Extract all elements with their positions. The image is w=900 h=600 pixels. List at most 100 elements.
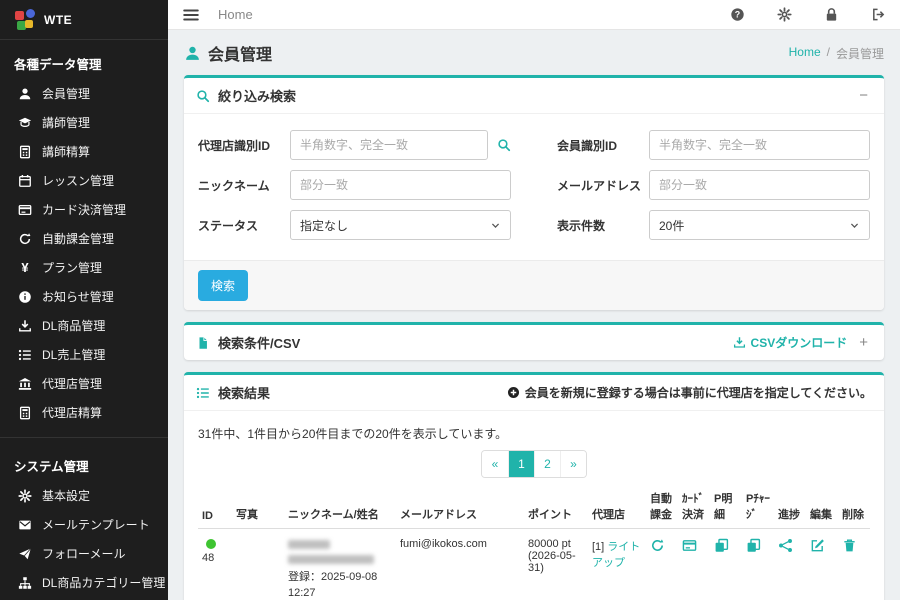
pagination: « 1 2 » — [198, 450, 870, 478]
sidebar-item-teacher-management[interactable]: 講師管理 — [0, 108, 168, 137]
blurred-name — [288, 555, 374, 564]
col-agency: 代理店 — [588, 484, 646, 529]
results-table: ID 写真 ニックネーム/姓名 メールアドレス ポイント 代理店 自動課金 ｶｰ… — [198, 484, 870, 600]
page-title: 会員管理 — [184, 41, 272, 65]
sidebar-item-card-payment-management[interactable]: カード決済管理 — [0, 195, 168, 224]
email-input[interactable] — [649, 170, 870, 200]
sidebar-item-mail-template[interactable]: メールテンプレート — [0, 510, 168, 539]
sidebar-item-teacher-settlement[interactable]: 講師精算 — [0, 137, 168, 166]
blurred-nickname — [288, 540, 330, 549]
paper-plane-icon — [18, 547, 32, 561]
topbar: Home — [168, 0, 900, 30]
agency-number: [1] — [592, 541, 604, 553]
brand-name: WTE — [44, 13, 72, 27]
sidebar-item-basic-settings[interactable]: 基本設定 — [0, 481, 168, 510]
filter-search-panel: 絞り込み検索 − 代理店識別ID 会員識別ID — [184, 75, 884, 310]
new-member-notice: 会員を新規に登録する場合は事前に代理店を指定してください。 — [507, 384, 872, 401]
sidebar-item-label: お知らせ管理 — [42, 288, 114, 305]
search-results-panel: 検索結果 会員を新規に登録する場合は事前に代理店を指定してください。 31件中、… — [184, 372, 884, 600]
filter-search-title: 絞り込み検索 — [218, 86, 296, 105]
wte-logo-icon — [14, 9, 36, 31]
help-icon[interactable] — [730, 7, 745, 22]
logout-icon[interactable] — [871, 7, 886, 22]
yen-icon: ¥ — [18, 260, 32, 275]
col-point-charge: Pﾁｬｰｼﾞ — [742, 484, 774, 529]
card-payment-icon[interactable] — [682, 538, 697, 553]
sidebar-item-dl-product-category[interactable]: DL商品カテゴリー管理 — [0, 568, 168, 597]
nickname-input[interactable] — [290, 170, 511, 200]
user-icon — [184, 45, 201, 62]
sidebar-section-system: システム管理 基本設定 メールテンプレート フォローメール DL商品カテゴリー管… — [0, 442, 168, 600]
pagination-next[interactable]: » — [560, 451, 586, 477]
download-icon — [733, 336, 746, 349]
edit-icon[interactable] — [810, 538, 825, 553]
file-icon — [196, 336, 210, 350]
pagination-prev[interactable]: « — [482, 451, 508, 477]
csv-download-link[interactable]: CSVダウンロード — [733, 334, 848, 351]
sidebar-item-notice-management[interactable]: お知らせ管理 — [0, 282, 168, 311]
breadcrumb-home-link[interactable]: Home — [789, 45, 821, 62]
calendar-icon — [18, 174, 32, 188]
point-charge-icon[interactable] — [746, 538, 761, 553]
sidebar-divider — [0, 437, 168, 438]
app-window: WTE 各種データ管理 会員管理 講師管理 講師精算 レッスン管理 カード決済管… — [0, 0, 900, 600]
list-icon — [196, 386, 210, 400]
search-button[interactable]: 検索 — [198, 270, 248, 301]
sidebar-item-label: メールテンプレート — [42, 516, 150, 533]
lock-icon[interactable] — [824, 7, 839, 22]
calculator-icon — [18, 406, 32, 420]
member-points: 80000 pt — [528, 538, 571, 550]
pagination-page-2[interactable]: 2 — [534, 451, 560, 477]
sidebar-item-plan-management[interactable]: ¥ プラン管理 — [0, 253, 168, 282]
pagination-page-1[interactable]: 1 — [508, 451, 534, 477]
collapse-panel-button[interactable]: − — [855, 87, 872, 104]
menu-icon[interactable] — [182, 6, 200, 24]
col-delete: 削除 — [838, 484, 870, 529]
agency-id-label: 代理店識別ID — [198, 137, 290, 154]
member-email: fumi@ikokos.com — [396, 529, 524, 600]
graduation-cap-icon — [18, 116, 32, 130]
bank-icon — [18, 377, 32, 391]
col-edit: 編集 — [806, 484, 838, 529]
sidebar-item-dl-product-management[interactable]: DL商品管理 — [0, 311, 168, 340]
credit-card-icon — [18, 203, 32, 217]
member-id-input[interactable] — [649, 130, 870, 160]
sidebar-item-agency-management[interactable]: 代理店管理 — [0, 369, 168, 398]
expand-panel-button[interactable]: + — [855, 334, 872, 351]
sidebar-item-label: DL売上管理 — [42, 346, 105, 363]
col-nickname: ニックネーム/姓名 — [284, 484, 396, 529]
table-row: 48 登録：2025-09-08 12:27 fumi@ikokos.com 8… — [198, 529, 870, 600]
results-panel-title: 検索結果 — [218, 383, 270, 402]
member-id-label: 会員識別ID — [557, 137, 649, 154]
progress-icon[interactable] — [778, 538, 793, 553]
agency-search-icon[interactable] — [497, 138, 511, 152]
status-select[interactable]: 指定なし — [290, 210, 511, 240]
home-link[interactable]: Home — [218, 7, 253, 22]
sidebar-item-auto-billing-management[interactable]: 自動課金管理 — [0, 224, 168, 253]
chevron-down-icon — [490, 220, 501, 231]
sidebar-item-dl-sales-management[interactable]: DL売上管理 — [0, 340, 168, 369]
col-point-detail: P明細 — [710, 484, 742, 529]
main-area: Home 会員管理 Home / 会員管理 — [168, 0, 900, 600]
auto-billing-icon[interactable] — [650, 538, 665, 553]
sidebar-item-agency-settlement[interactable]: 代理店精算 — [0, 398, 168, 427]
sidebar-item-label: 会員管理 — [42, 85, 90, 102]
col-card-payment: ｶｰﾄﾞ決済 — [678, 484, 710, 529]
results-summary: 31件中、1件目から20件目までの20件を表示しています。 — [198, 425, 870, 442]
sidebar-item-label: レッスン管理 — [42, 172, 114, 189]
breadcrumb-current: 会員管理 — [836, 45, 884, 62]
sidebar-item-member-management[interactable]: 会員管理 — [0, 79, 168, 108]
sidebar-item-follow-mail[interactable]: フォローメール — [0, 539, 168, 568]
delete-icon[interactable] — [842, 538, 857, 553]
gear-icon — [18, 489, 32, 503]
gear-icon[interactable] — [777, 7, 792, 22]
sidebar-section-data: 各種データ管理 会員管理 講師管理 講師精算 レッスン管理 カード決済管理 自動… — [0, 40, 168, 433]
per-page-select[interactable]: 20件 — [649, 210, 870, 240]
agency-id-input[interactable] — [290, 130, 488, 160]
search-icon — [196, 89, 210, 103]
col-points: ポイント — [524, 484, 588, 529]
point-detail-icon[interactable] — [714, 538, 729, 553]
brand[interactable]: WTE — [0, 0, 168, 40]
sitemap-icon — [18, 576, 32, 590]
sidebar-item-lesson-management[interactable]: レッスン管理 — [0, 166, 168, 195]
